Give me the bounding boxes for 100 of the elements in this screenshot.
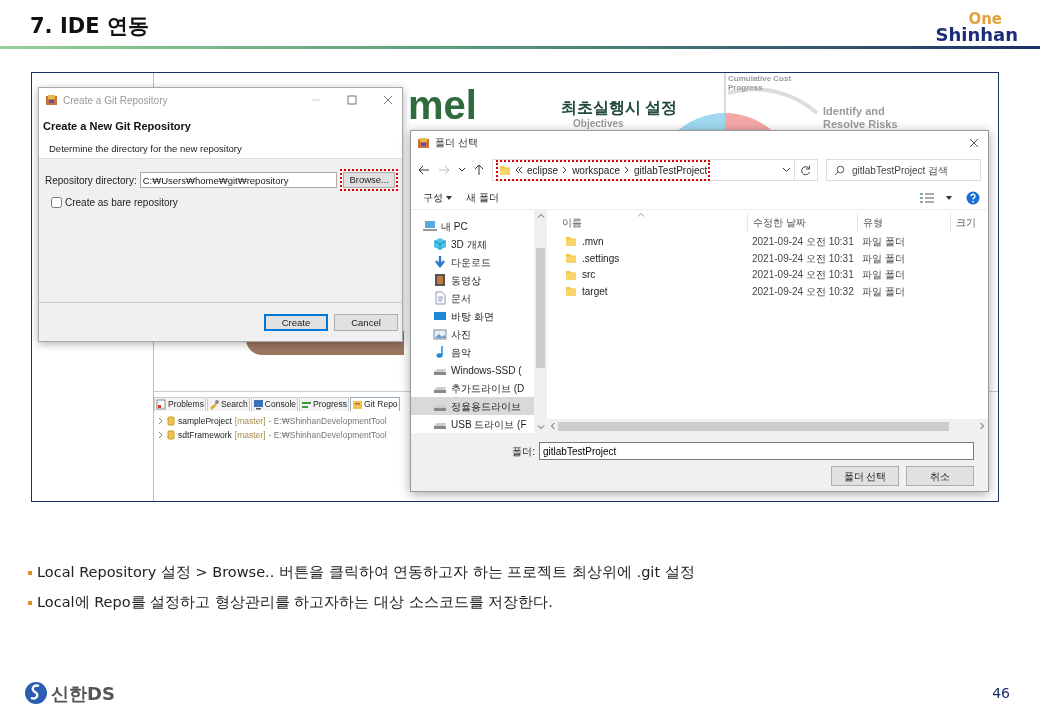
emblem-icon [24, 681, 48, 705]
help-icon[interactable] [966, 190, 980, 205]
folder-icon [565, 285, 577, 298]
nav-item[interactable]: 사진 [411, 325, 534, 343]
footer-logo-text: 신한DS [51, 681, 115, 706]
film-icon [433, 273, 447, 287]
bullet-text: Local Repository 설정 > Browse.. 버튼을 클릭하여 연동하고자 하는 프로젝트 최상위에 .git 설정 [37, 563, 695, 583]
monitor-icon [252, 399, 264, 410]
close-icon[interactable] [968, 136, 980, 149]
branch-label: [master] [234, 414, 266, 428]
column-header[interactable]: 수정한 날짜 [747, 214, 857, 232]
nav-item[interactable]: Windows-SSD ( [411, 361, 534, 379]
window-title: Create a Git Repository [63, 93, 168, 108]
up-arrow-icon[interactable] [474, 164, 484, 176]
dialog-button[interactable]: Cancel [334, 314, 398, 331]
toolbar-button[interactable]: 구성 [423, 190, 452, 205]
folder-name-field[interactable]: gitlabTestProject [539, 442, 974, 460]
chevron-icon [562, 166, 569, 174]
view-tab[interactable]: Search [206, 397, 250, 411]
dialog-description: Determine the directory for the new repository [49, 141, 243, 156]
folder-icon [499, 164, 511, 176]
nav-item[interactable]: 다운로드 [411, 253, 534, 271]
breadcrumb-link[interactable]: eclipse [527, 162, 559, 178]
app-icon [45, 94, 58, 106]
toolbar-button[interactable]: 새 폴더 [466, 190, 499, 205]
progress-icon [301, 399, 313, 410]
view-tab[interactable]: Problems [154, 397, 206, 411]
bullet-text: Local에 Repo를 설정하고 형상관리를 하고자하는 대상 소스코드를 저장한다. [37, 593, 553, 613]
nav-item[interactable]: 동영상 [411, 271, 534, 289]
column-header[interactable]: 크기 [950, 214, 988, 232]
repository-name: sampleProject [178, 414, 232, 428]
diagram-label: Identify and Resolve Risks [823, 105, 898, 131]
browse-button[interactable]: Browse... [343, 172, 395, 188]
repository-icon [352, 399, 364, 410]
branch-label: [master] [234, 428, 266, 442]
vertical-scrollbar[interactable] [534, 210, 547, 433]
scroll-right-icon[interactable] [980, 422, 985, 430]
repository-path: - E:₩ShinhanDevelopmentTool [268, 428, 387, 442]
computer-icon [423, 219, 437, 233]
caret-icon [946, 195, 952, 200]
view-options-button[interactable] [920, 192, 952, 203]
checkbox[interactable] [51, 197, 62, 208]
view-tab[interactable]: Console [250, 397, 299, 411]
field-label: 폴더: [512, 444, 535, 459]
nav-item[interactable]: USB 드라이브 (F [411, 415, 534, 433]
dialog-button[interactable]: Create [264, 314, 328, 331]
horizontal-scrollbar[interactable] [547, 419, 988, 433]
nav-item[interactable]: 문서 [411, 289, 534, 307]
date-cell-text: 2021-09-24 오전 10:31 [751, 251, 855, 266]
file-name-cell[interactable]: .settings [547, 250, 747, 266]
view-tab[interactable]: Progress [299, 397, 350, 411]
photo-icon [433, 327, 447, 341]
app-icon [417, 136, 430, 149]
close-icon[interactable] [382, 94, 394, 106]
type-cell-text: 파일 폴더 [861, 251, 906, 266]
desktop-icon [433, 309, 447, 323]
refresh-icon [800, 164, 812, 176]
folder-icon [565, 252, 577, 265]
refresh-button[interactable] [793, 159, 818, 181]
dialog-button[interactable]: 폴더 선택 [831, 466, 899, 486]
download-icon [433, 255, 447, 269]
flashlight-icon [208, 399, 220, 410]
file-name-cell[interactable]: target [547, 283, 747, 299]
problems-icon [156, 399, 167, 410]
scrollbar-thumb[interactable] [558, 421, 949, 431]
diagram-label: Objectives [573, 118, 624, 130]
date-cell-text: 2021-09-24 오전 10:31 [751, 234, 855, 249]
view-tab[interactable]: Git Repo [350, 397, 400, 411]
file-name-cell[interactable]: src [547, 267, 747, 283]
file-name-cell[interactable]: .mvn [547, 233, 747, 249]
banner-text: mel [408, 85, 477, 125]
scroll-down-icon[interactable] [536, 425, 545, 430]
forward-arrow-icon[interactable] [438, 165, 450, 175]
nav-item[interactable]: 내 PC [411, 217, 534, 235]
dialog-heading: Create a New Git Repository [43, 119, 192, 134]
window-title: 폴더 선택 [435, 136, 478, 150]
nav-item[interactable]: 추가드라이브 (D [411, 379, 534, 397]
breadcrumb-link[interactable]: workspace [572, 162, 620, 178]
scroll-left-icon[interactable] [550, 422, 555, 430]
search-field[interactable]: gitlabTestProject 검색 [826, 159, 981, 181]
column-header[interactable]: 유형 [857, 214, 950, 232]
double-chevron-icon [515, 166, 523, 174]
breadcrumb-link[interactable]: gitlabTestProject [633, 162, 708, 178]
nav-item[interactable]: 3D 개체 [411, 235, 534, 253]
maximize-icon[interactable] [346, 94, 358, 106]
scrollbar-thumb[interactable] [536, 248, 545, 368]
nav-item[interactable]: 바탕 화면 [411, 307, 534, 325]
type-cell-text: 파일 폴더 [861, 268, 906, 283]
nav-item[interactable]: 정율용드라이브 [411, 397, 534, 415]
nav-item[interactable]: 음악 [411, 343, 534, 361]
welcome-heading: 최초실행시 설정 [561, 99, 678, 117]
dropdown-chevron-icon[interactable] [781, 167, 791, 173]
address-bar[interactable]: eclipse workspace gitlabTestProject [492, 159, 795, 181]
directory-field[interactable]: C:₩Users₩home₩git₩repository [139, 172, 338, 188]
recent-chevron-icon[interactable] [458, 167, 466, 173]
page-number: 46 [992, 683, 1010, 703]
scroll-up-icon[interactable] [536, 213, 545, 218]
dialog-button[interactable]: 취소 [906, 466, 974, 486]
column-header[interactable]: 이름 [547, 214, 747, 232]
back-arrow-icon[interactable] [418, 165, 430, 175]
